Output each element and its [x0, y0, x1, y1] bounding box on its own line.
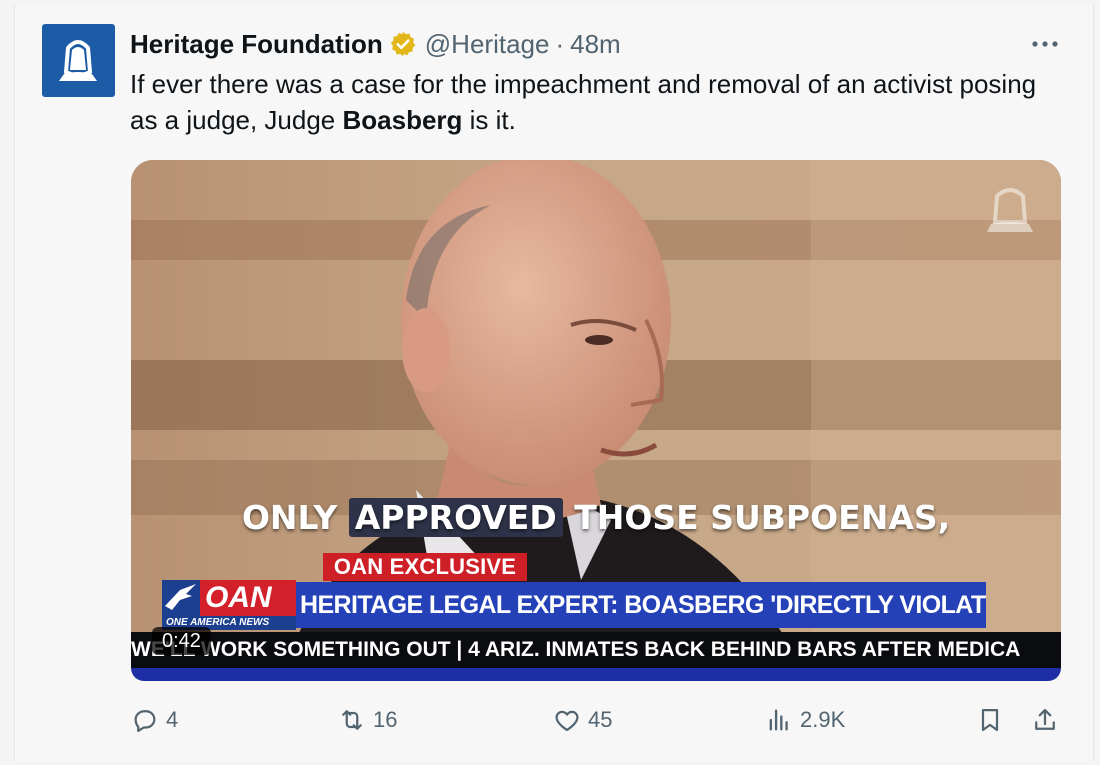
eagle-icon	[165, 584, 196, 610]
tweet-text-bold[interactable]: Boasberg	[343, 105, 463, 135]
tweet-text-part-1: If ever there was a case for the impeach…	[130, 69, 1037, 135]
verified-badge-icon[interactable]	[389, 30, 417, 58]
tweet-text: If ever there was a case for the impeach…	[130, 66, 1050, 138]
reply-icon	[134, 710, 156, 733]
repost-icon	[342, 710, 362, 730]
oan-logo: OAN ONE AMERICA NEWS	[162, 580, 296, 630]
video-caption: ONLY APPROVED THOSE SUBPOENAS,	[131, 498, 1061, 537]
caption-text-2: THOSE SUBPOENAS,	[562, 498, 951, 537]
liberty-bell-logo-icon	[59, 40, 97, 81]
views-count: 2.9K	[800, 707, 846, 732]
ticker-bottom-band	[131, 668, 1061, 681]
views-button[interactable]: 2.9K	[765, 706, 845, 734]
heart-icon	[555, 710, 579, 732]
caption-text-1: ONLY	[241, 498, 349, 537]
author-avatar[interactable]	[42, 24, 115, 97]
news-ticker: WE'LL WORK SOMETHING OUT | 4 ARIZ. INMAT…	[131, 632, 1061, 668]
bookmark-button[interactable]	[976, 706, 1004, 734]
more-dots-icon[interactable]	[1028, 30, 1062, 58]
bookmark-icon	[981, 708, 999, 732]
timestamp[interactable]: 48m	[570, 29, 621, 60]
reply-count: 4	[166, 707, 179, 732]
share-button[interactable]	[1031, 706, 1059, 734]
share-icon	[1035, 708, 1055, 730]
repost-count: 16	[373, 707, 398, 732]
like-button[interactable]: 45	[553, 706, 612, 734]
like-count: 45	[588, 707, 613, 732]
views-icon	[769, 709, 788, 731]
liberty-bell-watermark-icon	[987, 188, 1033, 232]
author-handle[interactable]: @Heritage	[425, 29, 550, 60]
separator-dot: ·	[555, 28, 565, 59]
reply-button[interactable]: 4	[131, 706, 178, 734]
caption-highlight: APPROVED	[348, 498, 563, 537]
video-duration: 0:42	[152, 627, 211, 655]
network-logo-text: OAN	[205, 581, 272, 614]
ticker-text: WE'LL WORK SOMETHING OUT | 4 ARIZ. INMAT…	[131, 638, 1021, 661]
news-headline: HERITAGE LEGAL EXPERT: BOASBERG 'DIRECTL…	[296, 582, 986, 628]
tweet-text-part-2: is it.	[462, 105, 516, 135]
action-bar: 4 16 45 2.9K	[0, 706, 1100, 740]
author-name[interactable]: Heritage Foundation	[130, 29, 383, 60]
exclusive-banner: OAN EXCLUSIVE	[323, 553, 527, 581]
repost-button[interactable]: 16	[338, 706, 397, 734]
tweet-header: Heritage Foundation @Heritage · 48m	[130, 26, 621, 62]
